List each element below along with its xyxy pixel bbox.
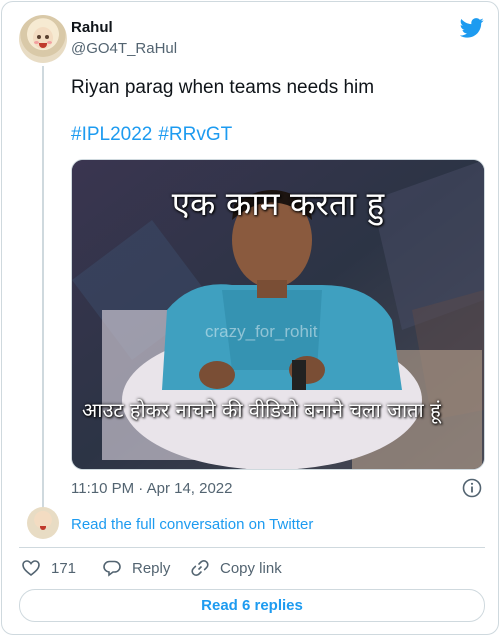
copy-link-button[interactable]: Copy link	[190, 558, 282, 578]
tweet-card: Rahul @GO4T_RaHul Riyan parag when teams…	[1, 1, 499, 635]
info-icon[interactable]	[462, 478, 482, 498]
copy-link-label: Copy link	[220, 559, 282, 577]
tweet-text: Riyan parag when teams needs him	[71, 77, 375, 98]
media-watermark: crazy_for_rohit	[205, 322, 318, 341]
author-display-name[interactable]: Rahul	[71, 19, 113, 36]
read-replies-button[interactable]: Read 6 replies	[19, 589, 485, 622]
meme-caption-bottom: आउट होकर नाचने की वीडियो बनाने चला जाता …	[82, 398, 441, 422]
read-full-conversation-link[interactable]: Read the full conversation on Twitter	[71, 516, 313, 533]
like-count: 171	[51, 559, 77, 577]
hashtag-rrvgt[interactable]: #RRvGT	[158, 124, 232, 145]
like-button[interactable]: 171	[21, 558, 76, 578]
meme-caption-top: एक काम करता हु	[171, 184, 385, 223]
hashtags: #IPL2022 #RRvGT	[71, 123, 238, 147]
author-handle[interactable]: @GO4T_RaHul	[71, 40, 177, 57]
tweet-media[interactable]: crazy_for_rohit एक काम करता हु आउट होकर …	[71, 159, 485, 470]
author-avatar[interactable]	[19, 15, 67, 63]
reply-button[interactable]: Reply	[102, 558, 170, 578]
divider	[19, 547, 485, 548]
thread-line	[42, 66, 44, 508]
reply-label: Reply	[132, 559, 171, 577]
conversation-avatar	[27, 507, 59, 539]
speech-bubble-icon	[103, 560, 121, 577]
twitter-bird-icon[interactable]	[460, 18, 484, 38]
heart-icon	[22, 560, 40, 577]
hashtag-ipl2022[interactable]: #IPL2022	[71, 124, 152, 145]
link-icon	[191, 560, 209, 576]
tweet-timestamp[interactable]: 11:10 PM · Apr 14, 2022	[71, 480, 233, 497]
